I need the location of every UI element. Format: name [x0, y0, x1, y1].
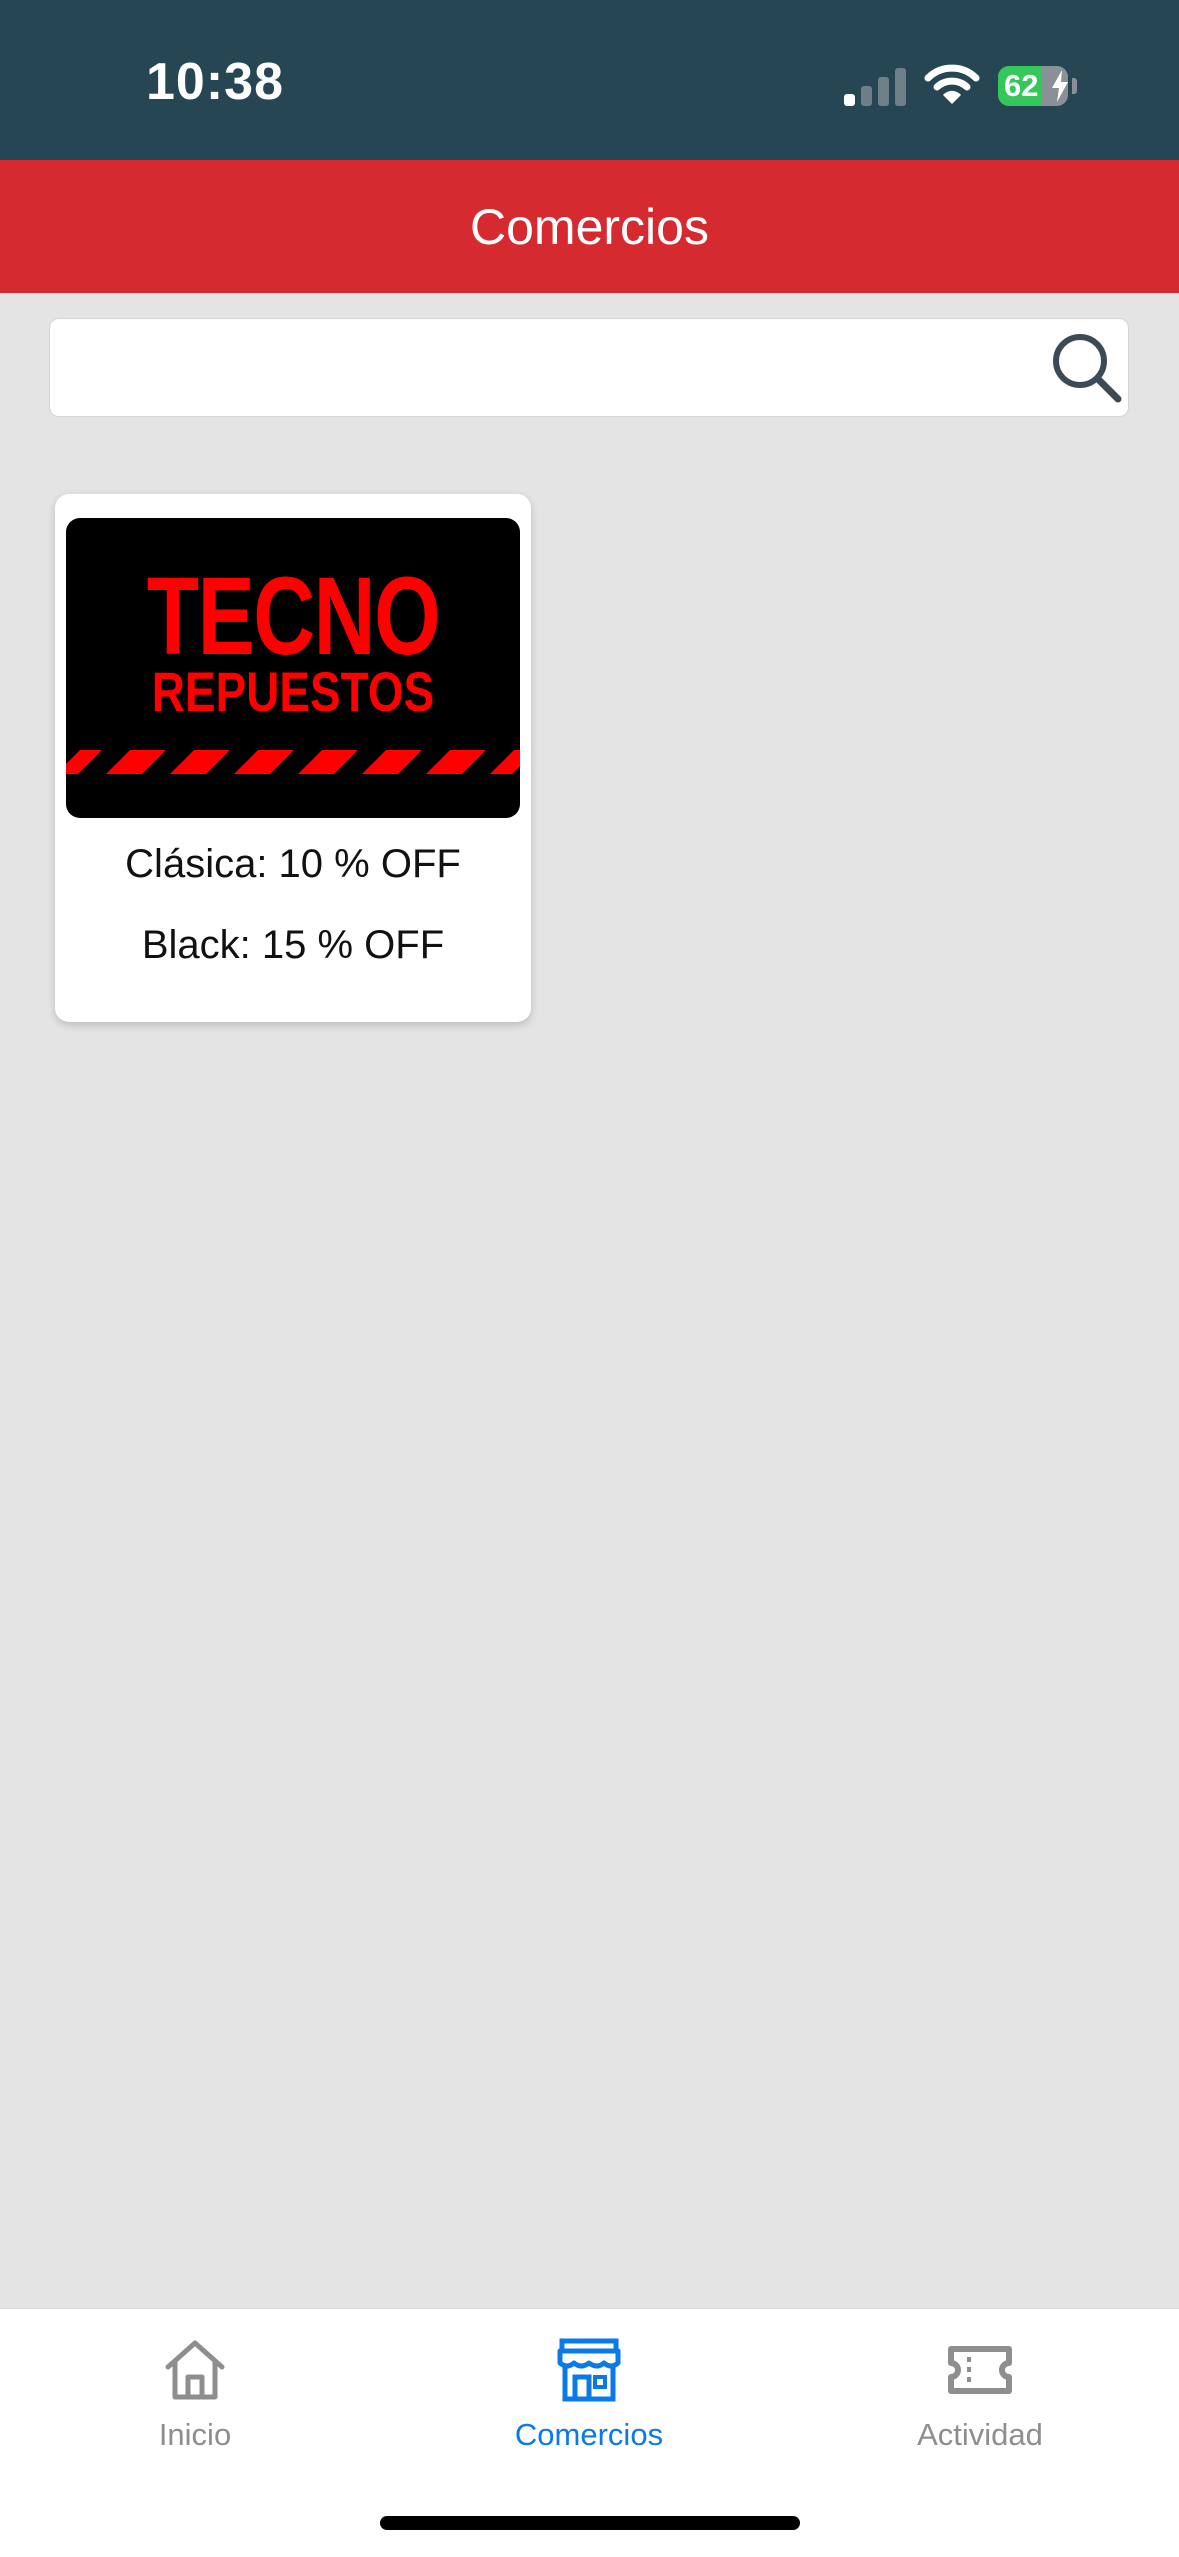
- search-input[interactable]: [70, 329, 1054, 409]
- discount-clasica: Clásica: 10 % OFF: [125, 842, 461, 886]
- logo-text-sub: REPUESTOS: [151, 660, 435, 723]
- battery-percentage: 62: [1004, 68, 1039, 103]
- home-icon: [165, 2340, 225, 2400]
- status-time: 10:38: [146, 53, 284, 111]
- battery-cap: [1072, 78, 1077, 94]
- app-header: Comercios: [0, 160, 1179, 293]
- search-icon[interactable]: [1050, 331, 1124, 405]
- merchant-card[interactable]: TECNO REPUESTOS Clásica: 10 % OFF Black:…: [55, 494, 531, 1022]
- wifi-icon: [924, 64, 980, 104]
- charging-bolt-icon: [1052, 70, 1068, 102]
- tab-actividad[interactable]: Actividad: [830, 2327, 1130, 2477]
- cellular-signal-icon: [844, 68, 906, 106]
- home-indicator: [380, 2516, 800, 2530]
- discount-black: Black: 15 % OFF: [141, 923, 445, 967]
- store-icon: [557, 2338, 621, 2402]
- ticket-icon: [948, 2346, 1012, 2394]
- page-title: Comercios: [470, 198, 709, 255]
- tab-actividad-label: Actividad: [917, 2417, 1043, 2452]
- tab-inicio[interactable]: Inicio: [45, 2327, 345, 2477]
- merchant-logo: TECNO REPUESTOS: [66, 518, 520, 818]
- tab-comercios-label: Comercios: [514, 2417, 664, 2452]
- tab-comercios[interactable]: Comercios: [439, 2327, 739, 2477]
- tab-inicio-label: Inicio: [158, 2417, 232, 2452]
- logo-text-main: TECNO: [146, 555, 441, 678]
- search-bar[interactable]: [49, 318, 1129, 417]
- logo-hazard-stripes: [66, 750, 520, 774]
- status-bar: 10:38 62: [0, 0, 1179, 160]
